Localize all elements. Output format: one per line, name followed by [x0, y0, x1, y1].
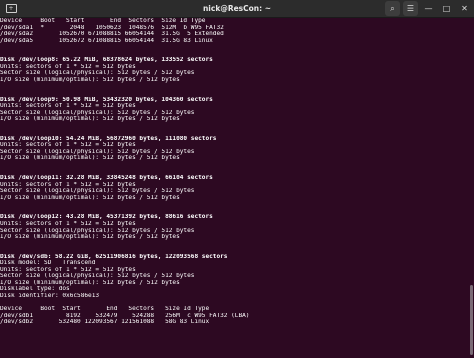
close-icon: ✕	[461, 4, 468, 13]
terminal-output[interactable]: Device Boot Start End Sectors Size Id Ty…	[0, 18, 474, 358]
new-tab-icon: +	[5, 4, 17, 13]
terminal-titlebar: + nick@ResCon: ~ ⌕ ☰ — □ ✕	[0, 0, 474, 18]
new-tab-button[interactable]: +	[0, 0, 22, 17]
hamburger-menu-icon: ☰	[406, 4, 415, 13]
search-icon: ⌕	[390, 3, 395, 13]
minimize-button[interactable]: —	[421, 1, 436, 16]
maximize-button[interactable]: □	[439, 1, 454, 16]
minimize-icon: —	[424, 4, 433, 13]
maximize-icon: □	[442, 4, 451, 13]
menu-button[interactable]: ☰	[403, 1, 418, 16]
search-button[interactable]: ⌕	[385, 1, 400, 16]
terminal-scrollbar[interactable]	[470, 285, 473, 355]
terminal-line: /dev/sdb2 532480 122093567 121561088 58G…	[0, 319, 210, 326]
close-button[interactable]: ✕	[457, 1, 472, 16]
